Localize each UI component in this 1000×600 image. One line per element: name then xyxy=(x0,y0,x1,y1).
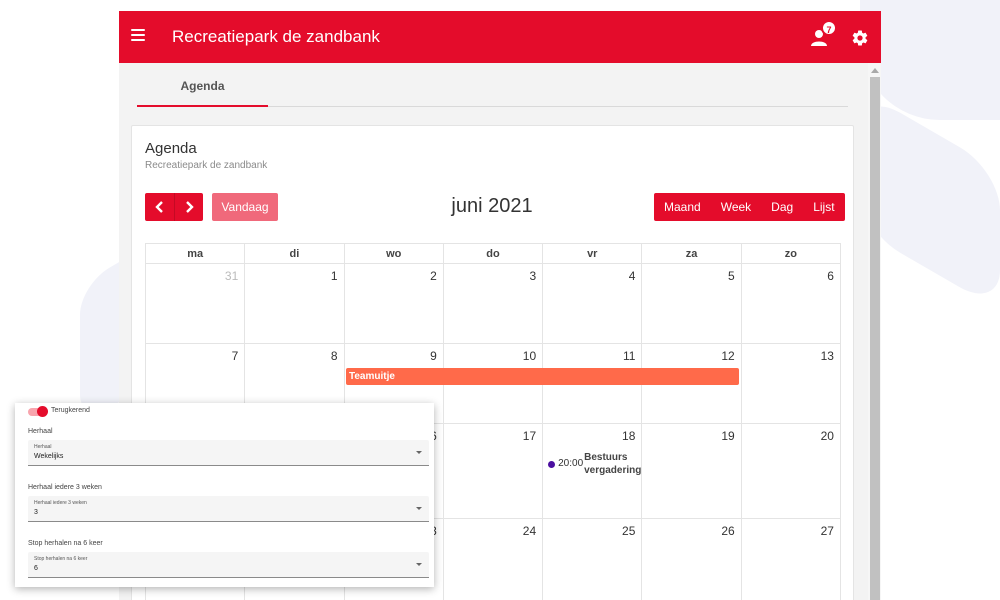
day-number: 5 xyxy=(728,269,735,283)
stop-section-label: Stop herhalen na 6 keer xyxy=(28,540,103,547)
toggle-knob xyxy=(37,406,48,417)
event-bestuursvergadering[interactable]: Bestuurs vergadering xyxy=(584,451,644,477)
day-number: 19 xyxy=(721,429,735,443)
day-number: 12 xyxy=(721,349,735,363)
card-subtitle: Recreatiepark de zandbank xyxy=(145,160,268,171)
app-title: Recreatiepark de zandbank xyxy=(172,27,380,46)
dropdown-caret-icon xyxy=(416,451,422,454)
day-number: 26 xyxy=(721,524,735,538)
dropdown-caret-icon xyxy=(416,563,422,566)
day-cell[interactable]: 1 xyxy=(244,264,343,343)
day-cell[interactable]: 20 xyxy=(740,424,840,518)
tab-bar: Agenda xyxy=(137,63,848,107)
day-cell[interactable]: 26 xyxy=(641,519,740,600)
weekday-label: di xyxy=(244,244,343,263)
day-number: 11 xyxy=(622,349,636,363)
day-cell[interactable]: 31 xyxy=(146,264,244,343)
repeat-field-label: Herhaal xyxy=(34,444,52,450)
view-week-button[interactable]: Week xyxy=(711,193,761,221)
day-number: 2 xyxy=(430,269,437,283)
next-month-button[interactable] xyxy=(174,193,203,221)
background-shape xyxy=(860,89,1000,311)
view-switcher: Maand Week Dag Lijst xyxy=(654,193,845,221)
day-cell[interactable]: 25 xyxy=(542,519,641,600)
view-list-button[interactable]: Lijst xyxy=(803,193,844,221)
recurrence-panel: Terugkerend Herhaal Herhaal Wekelijks He… xyxy=(15,403,434,587)
recurring-toggle-label: Terugkerend xyxy=(51,407,90,414)
chevron-right-icon xyxy=(186,201,194,213)
weekday-header: ma di wo do vr za zo xyxy=(145,243,841,264)
day-number: 6 xyxy=(827,269,834,283)
repeat-select[interactable]: Herhaal Wekelijks xyxy=(28,440,429,466)
day-number: 20 xyxy=(820,429,834,443)
view-month-button[interactable]: Maand xyxy=(654,193,711,221)
scrollbar-thumb[interactable] xyxy=(870,77,880,600)
tab-agenda[interactable]: Agenda xyxy=(137,63,268,107)
day-cell[interactable]: 17 xyxy=(442,424,542,518)
weekday-label: wo xyxy=(343,244,443,263)
day-cell[interactable]: 5 xyxy=(641,264,740,343)
day-number: 17 xyxy=(522,429,537,443)
day-number: 24 xyxy=(522,524,537,538)
stop-field-label: Stop herhalen na 6 keer xyxy=(34,556,88,562)
repeat-field-value: Wekelijks xyxy=(34,453,64,460)
scroll-up-arrow[interactable] xyxy=(871,68,879,73)
background-shape xyxy=(860,0,1000,120)
day-cell[interactable]: 19 xyxy=(641,424,740,518)
week-row: 31 1 2 3 4 5 6 xyxy=(145,264,841,344)
day-number: 1 xyxy=(330,269,338,283)
day-cell[interactable]: 4 xyxy=(542,264,641,343)
day-cell[interactable]: 3 xyxy=(442,264,542,343)
stop-field-value: 6 xyxy=(34,565,38,572)
day-cell[interactable]: 18 20:00 Bestuurs vergadering xyxy=(542,424,641,518)
repeat-section-label: Herhaal xyxy=(28,428,53,435)
day-number: 7 xyxy=(231,349,239,363)
event-dot xyxy=(548,461,556,468)
day-cell[interactable]: 27 xyxy=(740,519,840,600)
weekday-label: vr xyxy=(542,244,641,263)
interval-select[interactable]: Herhaal iedere 3 weken 3 xyxy=(28,496,429,522)
month-title: juni 2021 xyxy=(451,195,533,217)
day-number: 25 xyxy=(622,524,636,538)
card-title: Agenda xyxy=(145,140,197,157)
weekday-label: do xyxy=(442,244,542,263)
day-number: 8 xyxy=(330,349,338,363)
recurring-toggle[interactable] xyxy=(28,406,48,417)
day-cell[interactable]: 13 xyxy=(740,344,840,423)
menu-icon[interactable] xyxy=(131,29,145,43)
day-number: 31 xyxy=(224,269,239,283)
stop-after-select[interactable]: Stop herhalen na 6 keer 6 xyxy=(28,552,429,578)
day-cell[interactable]: 24 xyxy=(442,519,542,600)
view-day-button[interactable]: Dag xyxy=(761,193,803,221)
interval-section-label: Herhaal iedere 3 weken xyxy=(28,484,102,491)
day-number: 27 xyxy=(820,524,834,538)
interval-field-value: 3 xyxy=(34,509,38,516)
day-number: 18 xyxy=(622,429,636,443)
top-app-bar: Recreatiepark de zandbank 7 xyxy=(119,11,881,63)
day-cell[interactable]: 6 xyxy=(740,264,840,343)
today-button[interactable]: Vandaag xyxy=(212,193,278,221)
day-number: 4 xyxy=(628,269,636,283)
notification-badge: 7 xyxy=(821,20,837,36)
day-number: 13 xyxy=(820,349,834,363)
day-number: 9 xyxy=(430,349,437,363)
dropdown-caret-icon xyxy=(416,507,422,510)
interval-field-label: Herhaal iedere 3 weken xyxy=(34,500,87,506)
event-teamuitje[interactable]: Teamuitje xyxy=(346,368,739,385)
day-number: 10 xyxy=(522,349,537,363)
day-number: 3 xyxy=(529,269,537,283)
weekday-label: za xyxy=(641,244,740,263)
weekday-label: ma xyxy=(187,248,204,260)
weekday-label: zo xyxy=(740,244,840,263)
chevron-left-icon xyxy=(154,201,163,213)
previous-month-button[interactable] xyxy=(145,193,174,221)
event-time[interactable]: 20:00 xyxy=(558,458,583,469)
gear-icon[interactable] xyxy=(851,29,869,47)
day-cell[interactable]: 2 xyxy=(343,264,443,343)
